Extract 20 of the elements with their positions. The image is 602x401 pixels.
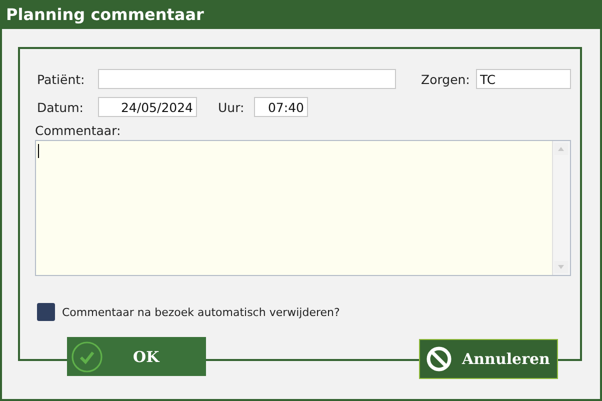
zorgen-field[interactable]: TC: [476, 69, 571, 89]
cancel-button[interactable]: Annuleren: [419, 339, 558, 379]
time-label: Uur:: [218, 100, 246, 114]
patient-field[interactable]: [98, 69, 396, 89]
time-field[interactable]: 07:40: [254, 97, 308, 117]
ok-button[interactable]: OK: [67, 337, 206, 376]
checkbox[interactable]: [37, 303, 55, 321]
comment-label: Commentaar:: [35, 123, 122, 138]
prohibited-icon: [426, 346, 452, 372]
comment-field[interactable]: [35, 140, 571, 276]
window-title: Planning commentaar: [6, 5, 204, 24]
patient-label: Patiënt:: [37, 72, 86, 86]
scroll-up-icon[interactable]: [554, 143, 568, 155]
checkbox-label: Commentaar na bezoek automatisch verwijderen?: [62, 306, 340, 318]
check-icon: [71, 340, 103, 372]
date-field[interactable]: 24/05/2024: [98, 97, 197, 117]
scrollbar[interactable]: [552, 141, 570, 275]
scroll-down-icon[interactable]: [554, 261, 568, 273]
zorgen-label: Zorgen:: [421, 72, 471, 86]
date-label: Datum:: [37, 100, 84, 114]
